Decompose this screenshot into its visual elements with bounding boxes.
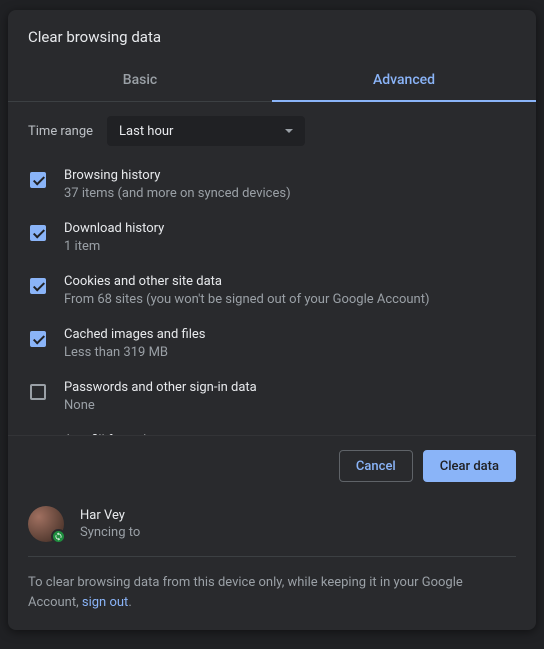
item-sub: None [64, 398, 257, 413]
item-title: Passwords and other sign-in data [64, 380, 257, 395]
item-title: Cookies and other site data [64, 274, 429, 289]
dialog-footer: Cancel Clear data [8, 435, 536, 496]
tab-advanced[interactable]: Advanced [272, 60, 536, 101]
avatar [28, 506, 64, 542]
chevron-down-icon [285, 129, 293, 133]
item-title: Download history [64, 221, 164, 236]
account-row: Har Vey Syncing to [28, 496, 516, 557]
time-range-select[interactable]: Last hour [107, 116, 305, 146]
account-status: Syncing to [80, 525, 140, 540]
item-sub: From 68 sites (you won't be signed out o… [64, 292, 429, 307]
list-item: Cookies and other site data From 68 site… [28, 274, 520, 307]
checkbox-cached[interactable] [30, 331, 46, 347]
list-item: Autofill form data [28, 433, 520, 435]
dialog-title: Clear browsing data [8, 10, 536, 60]
checkbox-passwords[interactable] [30, 384, 46, 400]
time-range-label: Time range [28, 124, 93, 139]
item-title: Autofill form data [64, 433, 165, 435]
sync-note: To clear browsing data from this device … [28, 573, 516, 612]
list-item: Passwords and other sign-in data None [28, 380, 520, 413]
list-item: Cached images and files Less than 319 MB [28, 327, 520, 360]
item-title: Cached images and files [64, 327, 205, 342]
checkbox-cookies[interactable] [30, 278, 46, 294]
sign-out-link[interactable]: sign out [82, 595, 128, 610]
item-sub: 37 items (and more on synced devices) [64, 186, 291, 201]
scroll-area[interactable]: Time range Last hour Browsing history 37… [8, 102, 536, 435]
cancel-button[interactable]: Cancel [339, 450, 413, 482]
item-sub: Less than 319 MB [64, 345, 205, 360]
account-name: Har Vey [80, 508, 140, 523]
clear-browsing-data-dialog: Clear browsing data Basic Advanced Time … [8, 10, 536, 630]
time-range-value: Last hour [119, 124, 173, 139]
item-sub: 1 item [64, 239, 164, 254]
clear-data-button[interactable]: Clear data [423, 450, 516, 482]
list-item: Browsing history 37 items (and more on s… [28, 168, 520, 201]
tabs: Basic Advanced [8, 60, 536, 102]
tab-basic[interactable]: Basic [8, 60, 272, 101]
sync-badge-icon [51, 529, 66, 544]
checkbox-download-history[interactable] [30, 225, 46, 241]
list-item: Download history 1 item [28, 221, 520, 254]
checkbox-browsing-history[interactable] [30, 172, 46, 188]
item-title: Browsing history [64, 168, 291, 183]
